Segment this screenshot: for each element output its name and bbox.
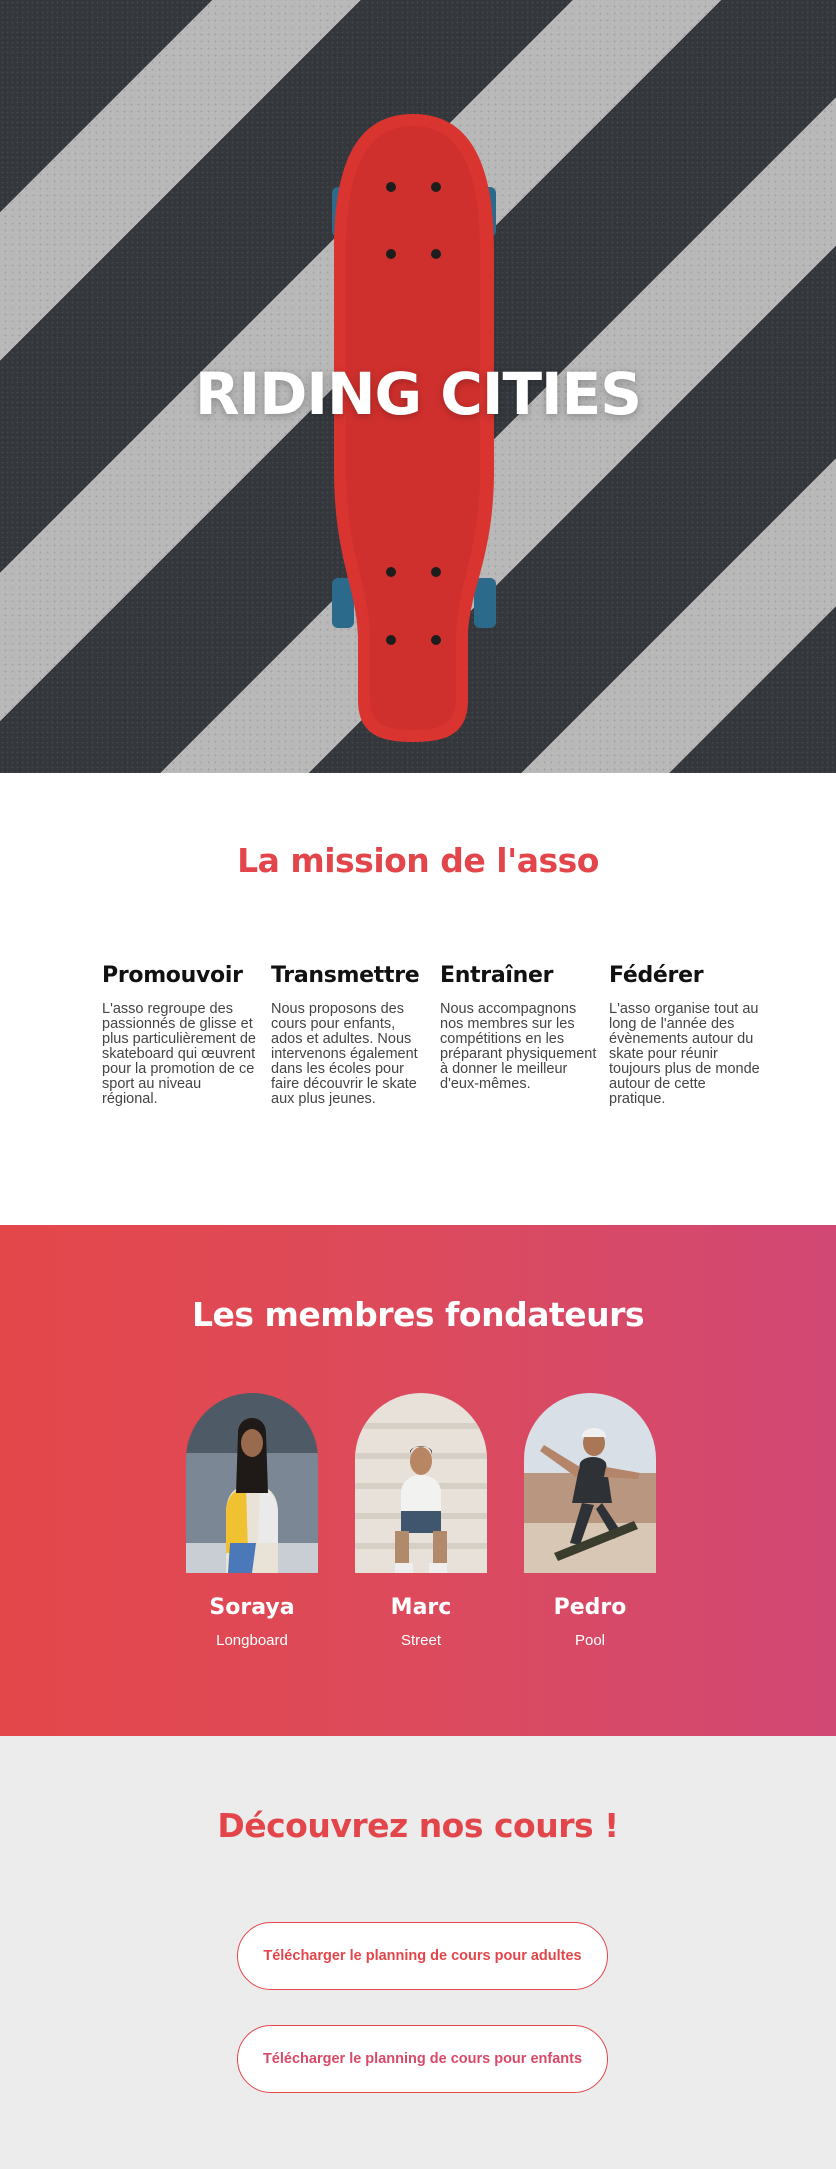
pillar-heading: Promouvoir [102, 963, 243, 988]
pillar-heading: Transmettre [271, 963, 420, 988]
member-style: Street [400, 1632, 442, 1649]
member-card-pedro: Pedro Pool [524, 1393, 656, 1649]
member-style: Longboard [216, 1632, 288, 1649]
hero-title: RIDING CITIES [195, 360, 642, 428]
pillar-heading: Fédérer [609, 963, 704, 988]
mission-pillars: Promouvoir L'asso regroupe des passionné… [102, 963, 782, 1107]
pillar-text: L'asso regroupe des passionnés de glisse… [102, 1001, 256, 1107]
member-card-soraya: Soraya Longboard [186, 1393, 318, 1649]
founders-list: Soraya Longboard Marc Street Pedro Pool [186, 1393, 656, 1649]
pillar-text: Nous accompagnons nos membres sur les co… [440, 1001, 597, 1092]
member-photo [186, 1393, 318, 1573]
download-adults-planning-button[interactable]: Télécharger le planning de cours pour ad… [237, 1922, 608, 1990]
member-card-marc: Marc Street [355, 1393, 487, 1649]
courses-title: Découvrez nos cours ! [217, 1806, 619, 1845]
member-name: Marc [390, 1595, 452, 1620]
member-photo [355, 1393, 487, 1573]
founders-title: Les membres fondateurs [191, 1295, 645, 1334]
download-kids-planning-button[interactable]: Télécharger le planning de cours pour en… [237, 2025, 608, 2093]
member-name: Pedro [553, 1595, 627, 1620]
mission-title: La mission de l'asso [237, 841, 599, 880]
member-style: Pool [574, 1632, 606, 1649]
founders-section: Les membres fondateurs Soraya Longboard [0, 1225, 836, 1736]
hero-banner: RIDING CITIES [0, 0, 836, 773]
pillar-text: Nous proposons des cours pour enfants, a… [271, 1001, 418, 1107]
mission-section: La mission de l'asso Promouvoir L'asso r… [0, 773, 836, 1225]
pillar-entrainer: Entraîner Nous accompagnons nos membres … [440, 963, 609, 1107]
member-name: Soraya [209, 1595, 295, 1620]
pillar-heading: Entraîner [440, 963, 554, 988]
member-photo [524, 1393, 656, 1573]
courses-section: Découvrez nos cours ! Télécharger le pla… [0, 1736, 836, 2169]
pillar-federer: Fédérer L'asso organise tout au long de … [609, 963, 778, 1107]
pillar-transmettre: Transmettre Nous proposons des cours pou… [271, 963, 440, 1107]
pillar-promouvoir: Promouvoir L'asso regroupe des passionné… [102, 963, 271, 1107]
pillar-text: L'asso organise tout au long de l'année … [609, 1001, 760, 1107]
